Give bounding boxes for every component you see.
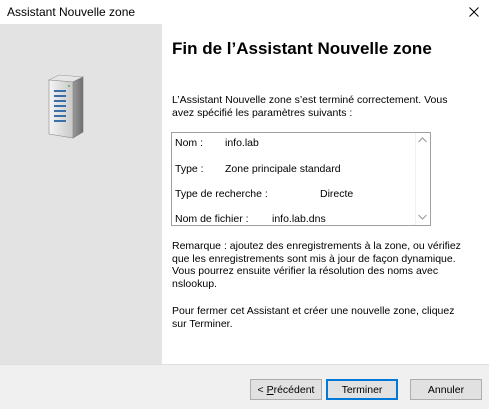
cancel-button[interactable]: Annuler bbox=[410, 379, 482, 400]
remark-line: Remarque : ajoutez des enregistrements à… bbox=[172, 240, 461, 252]
remark-line: nslookup. bbox=[172, 277, 217, 290]
button-bar: < Précédent Terminer Annuler bbox=[0, 364, 489, 409]
cancel-button-label: Annuler bbox=[427, 383, 465, 396]
remark-line: que les enregistrements sont mis à jour … bbox=[172, 252, 456, 265]
close-button[interactable] bbox=[459, 0, 489, 24]
remark-line: Vous pourrez ensuite vérifier la résolut… bbox=[172, 265, 439, 277]
finish-line: Pour fermer cet Assistant et créer une n… bbox=[172, 305, 455, 317]
close-icon bbox=[469, 7, 479, 17]
finish-button[interactable]: Terminer bbox=[326, 379, 398, 400]
summary-value: info.lab.dns bbox=[272, 213, 326, 225]
summary-value: Directe bbox=[320, 188, 354, 200]
intro-line: avez spécifié les paramètres suivants : bbox=[172, 106, 353, 119]
wizard-content: Fin de l’Assistant Nouvelle zone L’Assis… bbox=[162, 24, 489, 364]
summary-scrollbar[interactable] bbox=[415, 133, 430, 225]
chevron-down-icon[interactable] bbox=[418, 214, 427, 220]
back-button[interactable]: < Précédent bbox=[250, 379, 322, 400]
summary-key: Type : bbox=[175, 163, 204, 175]
remark-text: Remarque : ajoutez des enregistrements à… bbox=[172, 240, 472, 290]
summary-value: info.lab bbox=[225, 137, 259, 149]
window-title: Assistant Nouvelle zone bbox=[7, 5, 136, 19]
finish-line: sur Terminer. bbox=[172, 317, 233, 330]
intro-line: L’Assistant Nouvelle zone s’est terminé … bbox=[172, 94, 448, 106]
finish-button-label: Terminer bbox=[341, 383, 383, 396]
back-button-mnemonic: P bbox=[266, 383, 274, 396]
summary-key: Nom de fichier : bbox=[175, 213, 249, 225]
intro-text: L’Assistant Nouvelle zone s’est terminé … bbox=[172, 94, 472, 119]
wizard-side-panel bbox=[0, 24, 162, 364]
title-bar: Assistant Nouvelle zone bbox=[0, 0, 489, 24]
back-button-label: récédent bbox=[273, 383, 315, 396]
page-title: Fin de l’Assistant Nouvelle zone bbox=[172, 39, 432, 58]
server-icon bbox=[47, 74, 85, 139]
summary-key: Type de recherche : bbox=[175, 188, 268, 200]
chevron-up-icon[interactable] bbox=[418, 137, 427, 143]
back-button-prefix: < bbox=[257, 383, 267, 396]
settings-summary-box[interactable]: Nom : info.lab Type : Zone principale st… bbox=[171, 132, 431, 226]
finish-instructions: Pour fermer cet Assistant et créer une n… bbox=[172, 305, 472, 330]
summary-key: Nom : bbox=[175, 137, 204, 149]
summary-value: Zone principale standard bbox=[225, 163, 341, 175]
